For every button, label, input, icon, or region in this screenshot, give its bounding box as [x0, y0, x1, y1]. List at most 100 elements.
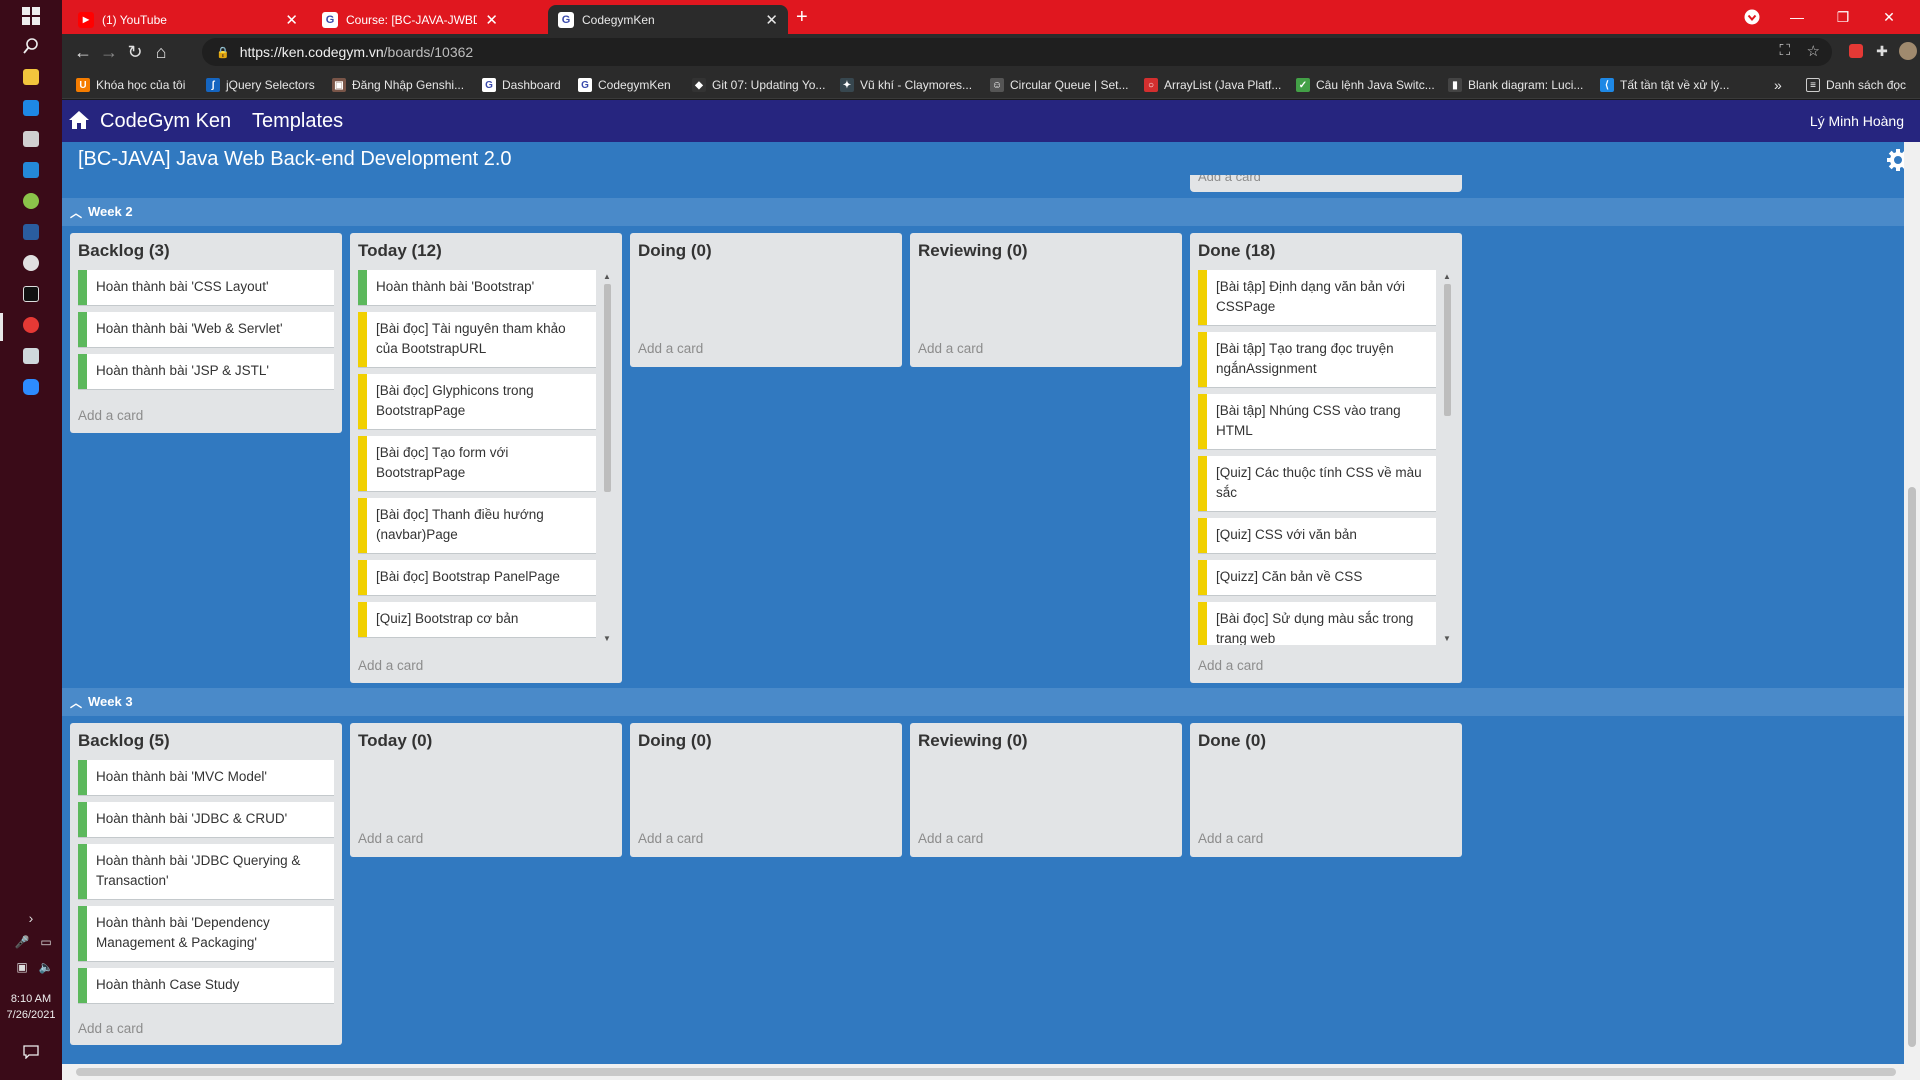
- forward-icon[interactable]: →: [98, 41, 120, 63]
- window-close-icon[interactable]: ✕: [1866, 0, 1912, 34]
- profile-download-icon[interactable]: [1729, 0, 1775, 34]
- card[interactable]: Hoàn thành bài 'JDBC Querying & Transact…: [78, 844, 334, 899]
- reading-list-button[interactable]: ≡ Danh sách đọc: [1806, 76, 1906, 94]
- tab-youtube[interactable]: ▶ (1) YouTube ✕: [68, 5, 308, 34]
- week-header[interactable]: ︿ Week 3: [62, 688, 1904, 716]
- avatar[interactable]: [1898, 41, 1918, 61]
- tab-course[interactable]: G Course: [BC-JAVA-JWBD] Java We ✕: [312, 5, 508, 34]
- add-card-button[interactable]: Add a card: [1190, 175, 1462, 184]
- photos-icon[interactable]: [19, 344, 43, 368]
- search-icon[interactable]: [19, 34, 43, 58]
- scroll-down-icon[interactable]: ▼: [602, 634, 612, 643]
- url-text[interactable]: https://ken.codegym.vn/boards/10362: [240, 44, 474, 60]
- windows-start-icon[interactable]: [19, 4, 43, 28]
- bookmark-item[interactable]: ◆ Git 07: Updating Yo...: [692, 76, 825, 94]
- battery-icon[interactable]: ▭: [34, 930, 58, 954]
- card[interactable]: [Quiz] CSS với văn bản: [1198, 518, 1436, 553]
- bookmark-item[interactable]: ✦ Vũ khí - Claymores...: [840, 76, 972, 94]
- list-scrollbar[interactable]: ▲ ▼: [1442, 270, 1452, 645]
- close-icon[interactable]: ✕: [765, 11, 778, 29]
- card[interactable]: Hoàn thành bài 'Dependency Management & …: [78, 906, 334, 961]
- back-icon[interactable]: ←: [72, 41, 94, 63]
- restore-icon[interactable]: ❐: [1820, 0, 1866, 34]
- add-card-button[interactable]: Add a card: [78, 1021, 143, 1036]
- microphone-icon[interactable]: 🎤: [10, 930, 34, 954]
- add-card-button[interactable]: Add a card: [1198, 831, 1263, 846]
- scroll-up-icon[interactable]: ▲: [602, 272, 612, 281]
- bookmark-item[interactable]: ⟨ Tất tần tật về xử lý...: [1600, 76, 1729, 94]
- reload-icon[interactable]: ↻: [124, 41, 146, 63]
- bookmark-item[interactable]: ▮ Blank diagram: Luci...: [1448, 76, 1583, 94]
- templates-link[interactable]: Templates: [252, 110, 343, 133]
- scrollbar-thumb[interactable]: [1444, 284, 1451, 416]
- card[interactable]: Hoàn thành bài 'CSS Layout': [78, 270, 334, 305]
- address-bar[interactable]: 🔒 https://ken.codegym.vn/boards/10362 ⛶ …: [202, 38, 1832, 66]
- add-card-button[interactable]: Add a card: [638, 831, 703, 846]
- paint-icon[interactable]: [19, 127, 43, 151]
- card[interactable]: [Bài đọc] Tạo form với BootstrapPage: [358, 436, 596, 491]
- bookmark-item[interactable]: U Khóa học của tôi: [76, 76, 185, 94]
- bookmark-item[interactable]: ○ ArrayList (Java Platf...: [1144, 76, 1281, 94]
- bookmark-item[interactable]: ʃ jQuery Selectors: [206, 76, 315, 94]
- card[interactable]: [Bài đọc] Thanh điều hướng (navbar)Page: [358, 498, 596, 553]
- user-name[interactable]: Lý Minh Hoàng: [1810, 113, 1904, 129]
- vscode-icon[interactable]: [19, 158, 43, 182]
- scrollbar-thumb[interactable]: [1908, 487, 1916, 1047]
- volume-icon[interactable]: 🔈: [34, 955, 58, 979]
- bookmark-item[interactable]: ☺ Circular Queue | Set...: [990, 76, 1129, 94]
- brand-link[interactable]: CodeGym Ken: [100, 110, 231, 133]
- home-icon[interactable]: [68, 110, 92, 132]
- card[interactable]: [Bài tập] Nhúng CSS vào trang HTML: [1198, 394, 1436, 449]
- card[interactable]: Hoàn thành bài 'JDBC & CRUD': [78, 802, 334, 837]
- bookmark-item[interactable]: G CodegymKen: [578, 76, 671, 94]
- card[interactable]: [Quiz] Bootstrap cơ bản: [358, 602, 596, 637]
- chrome-icon[interactable]: [19, 251, 43, 275]
- chrome-active-icon[interactable]: [19, 313, 43, 337]
- card[interactable]: Hoàn thành bài 'Web & Servlet': [78, 312, 334, 347]
- card[interactable]: [Quizz] Căn bản về CSS: [1198, 560, 1436, 595]
- card[interactable]: [Bài tập] Định dạng văn bản với CSSPage: [1198, 270, 1436, 325]
- horizontal-scrollbar[interactable]: [62, 1064, 1920, 1080]
- close-icon[interactable]: ✕: [485, 11, 498, 29]
- lock-icon[interactable]: 🔒: [216, 46, 230, 59]
- scrollbar-thumb[interactable]: [76, 1068, 1896, 1076]
- card[interactable]: Hoàn thành bài 'JSP & JSTL': [78, 354, 334, 389]
- app-blue-icon[interactable]: [19, 220, 43, 244]
- notification-icon[interactable]: [19, 1040, 43, 1064]
- card[interactable]: Hoàn thành bài 'MVC Model': [78, 760, 334, 795]
- home-icon[interactable]: ⌂: [150, 41, 172, 63]
- card[interactable]: [Bài tập] Tạo trang đọc truyện ngắnAssig…: [1198, 332, 1436, 387]
- bookmark-item[interactable]: G Dashboard: [482, 76, 561, 94]
- add-card-button[interactable]: Add a card: [918, 341, 983, 356]
- card[interactable]: [Bài đọc] Sử dụng màu sắc trong trang we…: [1198, 602, 1436, 645]
- network-icon[interactable]: ▣: [10, 955, 34, 979]
- tab-codegymken[interactable]: G CodegymKen ✕: [548, 5, 788, 34]
- extensions-puzzle-icon[interactable]: ✚: [1872, 41, 1892, 61]
- add-card-button[interactable]: Add a card: [918, 831, 983, 846]
- week-header[interactable]: ︿ Week 2: [62, 198, 1904, 226]
- add-card-button[interactable]: Add a card: [638, 341, 703, 356]
- intellij-icon[interactable]: [19, 282, 43, 306]
- page-scrollbar[interactable]: [1904, 142, 1920, 1080]
- list-scrollbar[interactable]: ▲ ▼: [602, 270, 612, 645]
- app-green-icon[interactable]: [19, 189, 43, 213]
- mail-icon[interactable]: [19, 96, 43, 120]
- translate-icon[interactable]: ⛶: [1779, 42, 1790, 59]
- scroll-up-icon[interactable]: ▲: [1442, 272, 1452, 281]
- zoom-icon[interactable]: [19, 375, 43, 399]
- add-card-button[interactable]: Add a card: [358, 658, 423, 673]
- chevron-right-icon[interactable]: ›: [19, 906, 43, 930]
- card[interactable]: Hoàn thành bài 'Bootstrap': [358, 270, 596, 305]
- scrollbar-thumb[interactable]: [604, 284, 611, 492]
- bookmark-item[interactable]: ▣ Đăng Nhập Genshi...: [332, 76, 464, 94]
- add-card-button[interactable]: Add a card: [358, 831, 423, 846]
- extension-red-icon[interactable]: [1846, 41, 1866, 61]
- bookmark-star-icon[interactable]: ☆: [1807, 42, 1820, 60]
- add-card-button[interactable]: Add a card: [1198, 658, 1263, 673]
- clock-time[interactable]: 8:10 AM: [0, 992, 62, 1007]
- bookmark-item[interactable]: ✓ Câu lệnh Java Switc...: [1296, 76, 1435, 94]
- chevron-up-icon[interactable]: ︿: [70, 204, 82, 221]
- card[interactable]: [Quiz] Các thuộc tính CSS về màu sắc: [1198, 456, 1436, 511]
- add-card-button[interactable]: Add a card: [78, 408, 143, 423]
- scroll-down-icon[interactable]: ▼: [1442, 634, 1452, 643]
